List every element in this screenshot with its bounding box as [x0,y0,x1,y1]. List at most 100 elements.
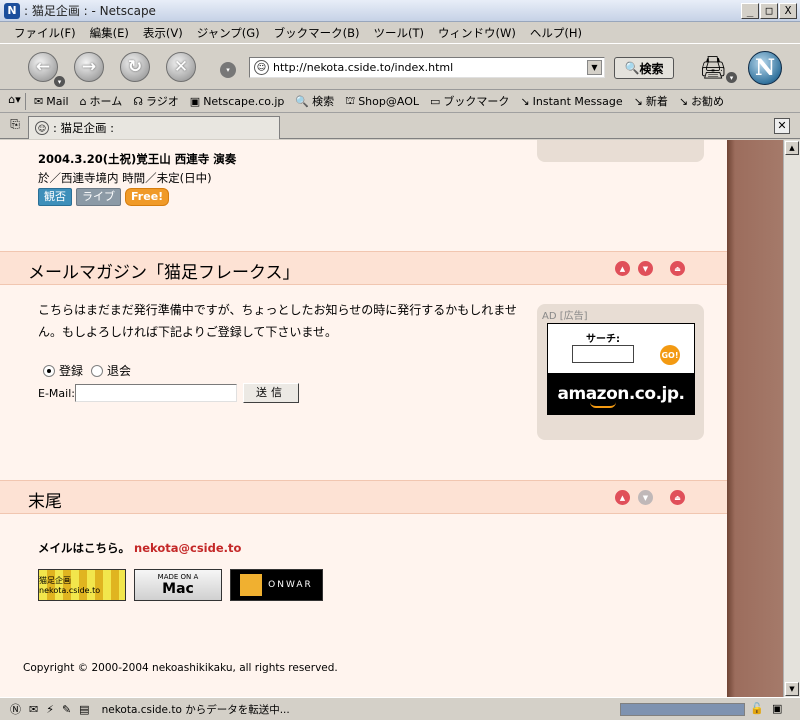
minimize-button[interactable]: _ [741,3,759,19]
pt-home[interactable]: ⌂ ホーム [80,93,123,109]
bookmark-link-icon: ↘ [520,94,530,108]
move-down-disabled-icon: ▼ [638,490,653,505]
new-tab-icon[interactable]: ⎘ [5,117,25,135]
banner-row: 猫足企画 nekota.cside.to MADE ON A Mac ONWAR [38,569,323,601]
ad-label: AD [広告] [542,311,588,322]
amazon-ad[interactable]: サーチ: GO! amazon.co.jp. [547,323,695,415]
send-button[interactable]: 送信 [242,383,299,403]
site-icon: ▣ [772,702,783,715]
pt-recommend[interactable]: ↘ お勧め [679,93,724,109]
mail-icon[interactable]: ✉ [29,703,38,716]
nekoashi-banner[interactable]: 猫足企画 nekota.cside.to [38,569,126,601]
amazon-smile-icon [590,402,616,408]
url-bar[interactable]: ☺ http://nekota.cside.to/index.html ▼ [249,57,605,78]
onwar-banner[interactable]: ONWAR [230,569,323,601]
aim-icon[interactable]: ⚡ [46,703,54,716]
pt-bookmarks[interactable]: ▭ ブックマーク [430,93,509,109]
reload-button[interactable]: ↻ [120,52,150,82]
close-button[interactable]: X [779,3,797,19]
page-border [727,140,783,697]
mac-banner-big: Mac [162,581,194,597]
contact-prefix: メイルはこちら。 [38,541,130,555]
pt-shop[interactable]: ⛫ Shop@AOL [345,94,419,109]
pt-radio[interactable]: ☊ ラジオ [133,93,179,109]
menu-help[interactable]: ヘルプ(H) [530,25,582,41]
amazon-logo[interactable]: amazon.co.jp. [548,373,694,414]
netscape-logo[interactable]: N [748,51,782,85]
scroll-down-icon[interactable]: ▼ [785,682,799,696]
ad-search-input[interactable] [572,345,634,363]
menu-go[interactable]: ジャンプ(G) [197,25,260,41]
composer-icon[interactable]: ✎ [62,703,71,716]
copyright: Copyright © 2000-2004 nekoashikikaku, al… [23,662,338,674]
magnifier-icon: 🔍 [624,61,640,75]
move-down-icon[interactable]: ▼ [638,261,653,276]
home-tab-icon[interactable]: ⌂▾ [4,93,26,110]
print-button[interactable]: 🖨 [697,53,729,83]
contact-line: メイルはこちら。 nekota@cside.to [38,540,241,556]
email-input[interactable] [74,384,237,402]
menu-view[interactable]: 表示(V) [143,25,183,41]
forward-arrow-icon: → [81,57,97,77]
menu-edit[interactable]: 編集(E) [90,25,129,41]
search-button[interactable]: 🔍 検索 [614,57,674,79]
address-book-icon[interactable]: ▤ [79,703,89,716]
stop-button[interactable]: ✕ [166,52,196,82]
back-history-dropdown-icon[interactable]: ▾ [54,76,65,87]
email-form: E-Mail: 送信 [38,383,299,403]
menu-window[interactable]: ウィンドウ(W) [438,25,516,41]
ad-go-button[interactable]: GO! [660,345,680,365]
url-dropdown-icon[interactable]: ▼ [587,60,602,75]
move-up-icon[interactable]: ▲ [615,490,630,505]
mail-section-title: メールマガジン「猫足フレークス」 [28,263,300,283]
stop-icon: ✕ [173,57,189,77]
onwar-logo-icon [240,574,263,596]
close-tab-icon[interactable]: ✕ [774,118,790,134]
pt-new[interactable]: ↘ 新着 [634,93,668,109]
shop-icon: ⛫ [345,93,356,107]
reload-icon: ↻ [127,57,143,77]
collapse-icon[interactable]: ⏏ [670,261,685,276]
event-details: 於／西連寺境内 時間／未定(日中) [38,171,212,185]
page-body: 2004.3.20(土祝)覚王山 西連寺 演奏 於／西連寺境内 時間／未定(日中… [0,140,727,697]
forward-button[interactable]: → [74,52,104,82]
tab-nekoashi[interactable]: ☺ : 猫足企画 : [28,116,280,139]
netscape-app-icon[interactable]: N [4,2,20,19]
contact-email-link[interactable]: nekota@cside.to [134,541,241,555]
url-text[interactable]: http://nekota.cside.to/index.html [273,61,453,74]
pt-instant-message[interactable]: ↘ Instant Message [520,95,622,108]
collapse-icon[interactable]: ⏏ [670,490,685,505]
search-icon: 🔍 [295,94,310,108]
menu-bookmarks[interactable]: ブックマーク(B) [274,25,360,41]
subscribe-radio[interactable] [43,364,55,377]
tab-label: : 猫足企画 : [53,121,115,135]
site-favicon-icon: ☺ [254,60,269,75]
badge-live: ライブ [76,188,121,206]
unsubscribe-radio[interactable] [91,364,104,377]
menu-file[interactable]: ファイル(F) [14,25,76,41]
headphones-icon: ☊ [133,94,143,108]
maximize-button[interactable]: □ [760,3,778,19]
pt-netscape[interactable]: ▣ Netscape.co.jp [190,95,285,108]
pt-bookmarks-label: ブックマーク [443,95,510,108]
page-viewport: 2004.3.20(土祝)覚王山 西連寺 演奏 於／西連寺境内 時間／未定(日中… [0,140,783,697]
pt-search[interactable]: 🔍 検索 [295,93,334,109]
vertical-scrollbar[interactable]: ▲ ▼ [783,140,800,697]
print-dropdown-icon[interactable]: ▾ [726,72,737,83]
event-badges: 観否 ライブ Free! [38,188,170,206]
url-history-dropdown-icon[interactable]: ▾ [220,62,236,78]
navigator-icon[interactable]: Ⓝ [10,701,21,717]
pt-im-label: Instant Message [532,94,623,108]
folder-icon: ▭ [430,94,441,108]
move-up-icon[interactable]: ▲ [615,261,630,276]
tab-bar: ⎘ ☺ : 猫足企画 : ✕ [0,113,800,139]
bookmark-link-icon: ↘ [678,94,689,108]
made-on-mac-banner[interactable]: MADE ON A Mac [134,569,222,601]
pt-mail-label: Mail [46,94,69,108]
scroll-up-icon[interactable]: ▲ [785,141,799,155]
printer-icon: 🖨 [699,55,727,81]
back-button[interactable]: ← [28,52,58,82]
pt-mail[interactable]: ✉ Mail [34,95,69,108]
security-lock-icon[interactable]: 🔓 [750,702,764,715]
menu-tools[interactable]: ツール(T) [374,25,425,41]
